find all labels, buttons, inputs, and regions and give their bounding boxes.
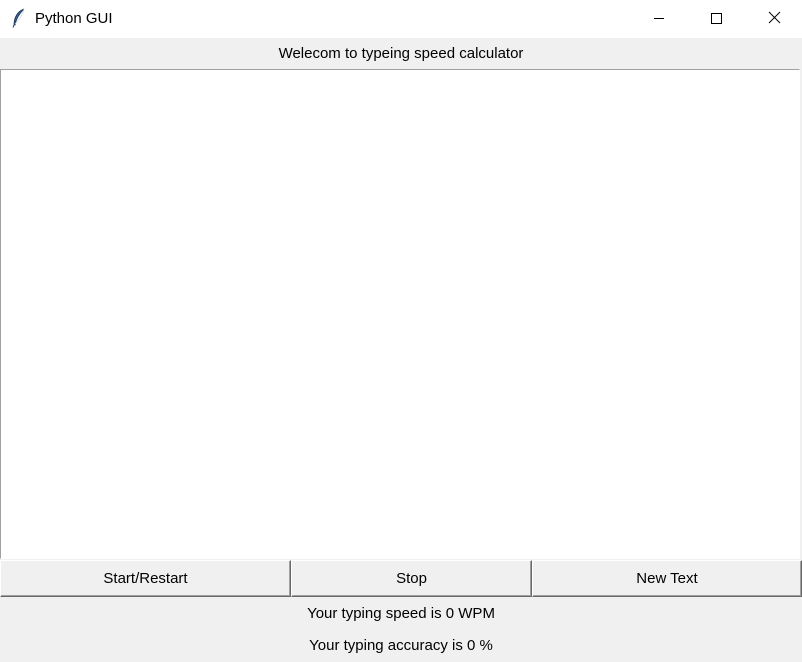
typing-text-area[interactable] [0, 69, 800, 559]
close-icon [768, 11, 781, 28]
maximize-button[interactable] [687, 0, 745, 38]
stop-button[interactable]: Stop [291, 560, 532, 597]
typing-speed-label: Your typing speed is 0 WPM [307, 605, 495, 622]
start-restart-button[interactable]: Start/Restart [0, 560, 291, 597]
minimize-button[interactable] [630, 0, 688, 38]
window-title: Python GUI [35, 10, 113, 27]
close-button[interactable] [745, 0, 802, 38]
title-bar: Python GUI [0, 0, 802, 38]
maximize-icon [710, 11, 722, 28]
feather-icon [11, 8, 27, 28]
minimize-icon [653, 11, 665, 28]
typing-accuracy-label: Your typing accuracy is 0 % [309, 637, 493, 654]
new-text-button[interactable]: New Text [532, 560, 802, 597]
button-row: Start/Restart Stop New Text [0, 560, 802, 598]
welcome-heading: Welecom to typeing speed calculator [0, 38, 802, 69]
